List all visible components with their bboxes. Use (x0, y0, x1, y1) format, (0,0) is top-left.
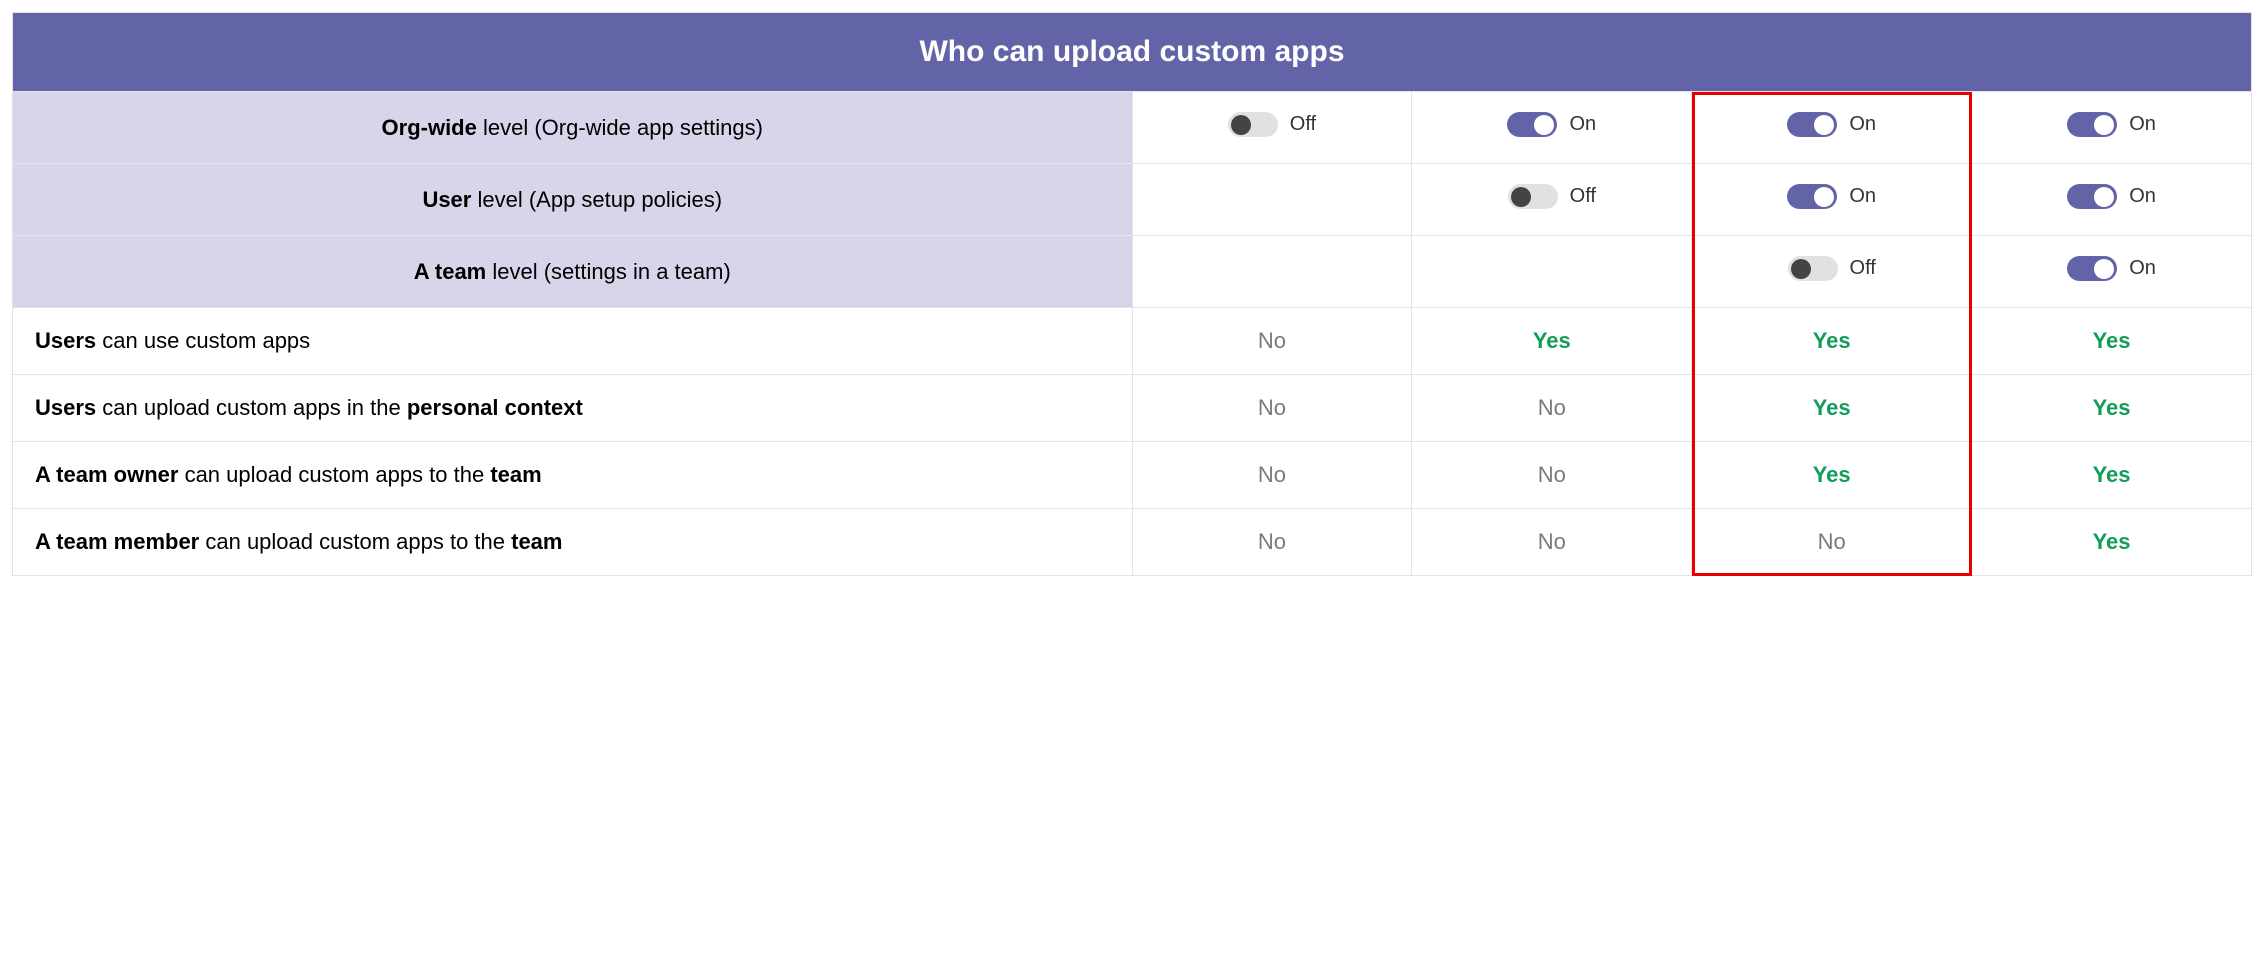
level-bold: A team (414, 259, 487, 284)
outcome-bold: Users (35, 328, 96, 353)
level-rest: level (settings in a team) (486, 259, 731, 284)
toggle-off-icon: Off (1228, 112, 1316, 137)
toggle-cell: On (1972, 236, 2252, 308)
value-cell: Yes (1972, 308, 2252, 375)
value-cell: No (1412, 375, 1692, 442)
toggle-on-icon: On (1507, 112, 1596, 137)
outcome-label-cell: Users can use custom apps (13, 308, 1133, 375)
level-bold: Org-wide (382, 115, 477, 140)
toggle-on-icon: On (2067, 112, 2156, 137)
level-bold: User (422, 187, 471, 212)
toggle-cell: On (1692, 92, 1972, 164)
value-cell: No (1132, 308, 1412, 375)
level-row: User level (App setup policies) Off On O… (13, 164, 2252, 236)
outcome-row: A team member can upload custom apps to … (13, 509, 2252, 576)
toggle-on-icon: On (2067, 184, 2156, 209)
outcome-row: Users can use custom apps No Yes Yes Yes (13, 308, 2252, 375)
value-cell: No (1412, 509, 1692, 576)
toggle-off-icon: Off (1508, 184, 1596, 209)
toggle-on-icon: On (1787, 112, 1876, 137)
toggle-state-label: Off (1570, 185, 1596, 208)
toggle-cell: Off (1692, 236, 1972, 308)
outcome-label-cell: Users can upload custom apps in the pers… (13, 375, 1133, 442)
outcome-bold: Users (35, 395, 96, 420)
value-cell: No (1132, 442, 1412, 509)
table-title: Who can upload custom apps (13, 13, 2252, 92)
toggle-state-label: On (2129, 185, 2156, 208)
table-wrapper: Who can upload custom apps Org-wide leve… (12, 12, 2252, 576)
outcome-bold: A team owner (35, 462, 178, 487)
toggle-state-label: On (2129, 113, 2156, 136)
outcome-bold: team (511, 529, 562, 554)
outcome-row: A team owner can upload custom apps to t… (13, 442, 2252, 509)
toggle-state-label: Off (1850, 257, 1876, 280)
level-label-cell: A team level (settings in a team) (13, 236, 1133, 308)
value-cell: Yes (1972, 442, 2252, 509)
toggle-cell (1132, 164, 1412, 236)
outcome-bold: A team member (35, 529, 199, 554)
value-cell: Yes (1692, 308, 1972, 375)
outcome-label-cell: A team owner can upload custom apps to t… (13, 442, 1133, 509)
toggle-state-label: On (1849, 185, 1876, 208)
toggle-state-label: On (2129, 257, 2156, 280)
value-cell: Yes (1972, 509, 2252, 576)
toggle-cell (1132, 236, 1412, 308)
outcome-text: can upload custom apps in the (96, 395, 407, 420)
value-cell: Yes (1692, 375, 1972, 442)
outcome-row: Users can upload custom apps in the pers… (13, 375, 2252, 442)
outcome-bold: team (490, 462, 541, 487)
permissions-table: Who can upload custom apps Org-wide leve… (12, 12, 2252, 576)
level-row: Org-wide level (Org-wide app settings) O… (13, 92, 2252, 164)
value-cell: No (1412, 442, 1692, 509)
toggle-state-label: Off (1290, 113, 1316, 136)
toggle-state-label: On (1569, 113, 1596, 136)
level-rest: level (Org-wide app settings) (477, 115, 763, 140)
outcome-text: can upload custom apps to the (178, 462, 490, 487)
value-cell: No (1132, 375, 1412, 442)
level-label-cell: Org-wide level (Org-wide app settings) (13, 92, 1133, 164)
level-row: A team level (settings in a team) Off On (13, 236, 2252, 308)
toggle-cell: On (1412, 92, 1692, 164)
value-cell: No (1692, 509, 1972, 576)
value-cell: Yes (1412, 308, 1692, 375)
toggle-cell: On (1972, 164, 2252, 236)
toggle-cell: On (1692, 164, 1972, 236)
toggle-cell (1412, 236, 1692, 308)
toggle-cell: On (1972, 92, 2252, 164)
toggle-off-icon: Off (1788, 256, 1876, 281)
value-cell: No (1132, 509, 1412, 576)
outcome-label-cell: A team member can upload custom apps to … (13, 509, 1133, 576)
level-rest: level (App setup policies) (471, 187, 722, 212)
value-cell: Yes (1692, 442, 1972, 509)
toggle-on-icon: On (2067, 256, 2156, 281)
toggle-cell: Off (1412, 164, 1692, 236)
level-label-cell: User level (App setup policies) (13, 164, 1133, 236)
outcome-text: can upload custom apps to the (199, 529, 511, 554)
toggle-on-icon: On (1787, 184, 1876, 209)
toggle-cell: Off (1132, 92, 1412, 164)
value-cell: Yes (1972, 375, 2252, 442)
outcome-bold: personal context (407, 395, 583, 420)
table-header-row: Who can upload custom apps (13, 13, 2252, 92)
toggle-state-label: On (1849, 113, 1876, 136)
outcome-text: can use custom apps (96, 328, 310, 353)
